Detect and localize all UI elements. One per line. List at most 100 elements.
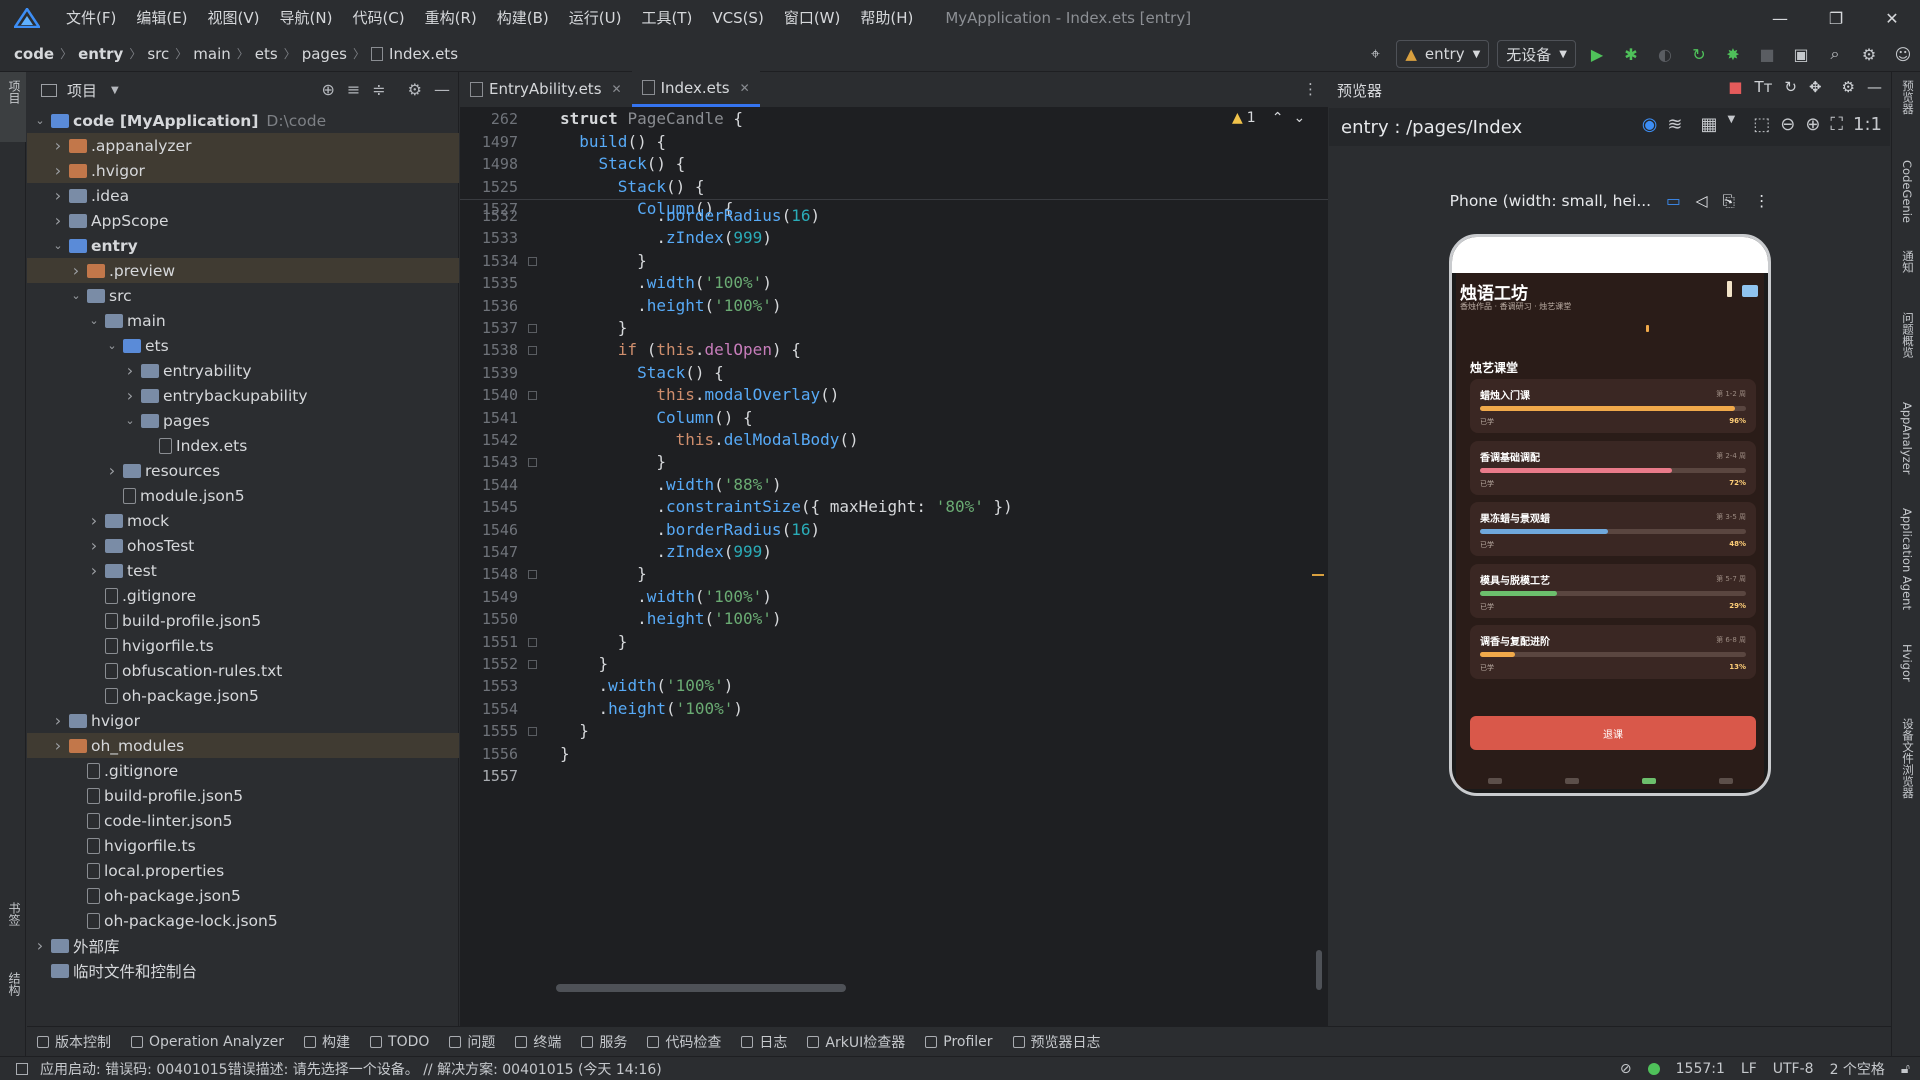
tree-item[interactable]: ⌄ pages: [27, 408, 459, 433]
vertical-scrollbar[interactable]: [1316, 950, 1322, 990]
code-line[interactable]: this.modalOverlay(): [560, 385, 839, 404]
chevron-right-icon[interactable]: ›: [51, 136, 65, 155]
close-button[interactable]: ✕: [1864, 0, 1920, 36]
attach-debugger-icon[interactable]: ◐: [1651, 40, 1679, 68]
right-tool-button[interactable]: 预览器: [1900, 80, 1916, 115]
menu-item[interactable]: 文件(F): [56, 0, 126, 36]
tree-item[interactable]: › mock: [27, 508, 459, 533]
right-tool-button[interactable]: CodeGenie: [1900, 160, 1914, 223]
font-size-icon[interactable]: Tт: [1754, 78, 1772, 96]
stop-preview-icon[interactable]: ■: [1728, 78, 1742, 96]
bottom-tool-button[interactable]: 服务: [581, 1032, 627, 1052]
tab-index[interactable]: Index.ets ✕: [631, 71, 760, 107]
menu-item[interactable]: 导航(N): [270, 0, 343, 36]
breadcrumb-item[interactable]: src: [147, 45, 169, 63]
bookmarks-tool-label[interactable]: 书签: [6, 902, 23, 926]
bottom-tool-button[interactable]: ArkUI检查器: [807, 1032, 905, 1052]
tree-item[interactable]: ⌄ entry: [27, 233, 459, 258]
tree-item[interactable]: 临时文件和控制台: [27, 958, 459, 983]
chevron-right-icon[interactable]: ›: [69, 261, 83, 280]
tree-item[interactable]: › ohosTest: [27, 533, 459, 558]
tree-item[interactable]: code-linter.json5: [27, 808, 459, 833]
tree-item[interactable]: .gitignore: [27, 583, 459, 608]
chevron-right-icon[interactable]: ›: [51, 711, 65, 730]
more-icon[interactable]: ⋮: [1754, 192, 1770, 210]
chevron-down-icon[interactable]: ⌄: [51, 239, 65, 252]
tree-item[interactable]: build-profile.json5: [27, 783, 459, 808]
panel-toggle-icon[interactable]: [16, 1062, 28, 1075]
module-select[interactable]: ▲ entry ▼: [1396, 40, 1490, 68]
menu-item[interactable]: 构建(B): [487, 0, 559, 36]
project-panel-title[interactable]: 项目: [67, 80, 97, 101]
settings-icon[interactable]: ⚙: [1855, 40, 1883, 68]
actual-size-icon[interactable]: 1:1: [1853, 114, 1882, 135]
course-card[interactable]: 调香与复配进阶 第 6-8 周已学 13%: [1470, 625, 1756, 679]
status-message[interactable]: 应用启动: 错误码: 00401015错误描述: 请先选择一个设备。 // 解决…: [40, 1059, 662, 1079]
code-line[interactable]: .height('100%'): [560, 699, 744, 718]
tree-item[interactable]: › .idea: [27, 183, 459, 208]
run-icon[interactable]: ▶: [1583, 40, 1611, 68]
multi-device-icon[interactable]: ▦: [1701, 114, 1718, 135]
breadcrumb-item[interactable]: pages: [302, 45, 347, 63]
tree-item[interactable]: › AppScope: [27, 208, 459, 233]
breadcrumb-item[interactable]: main: [193, 45, 230, 63]
code-editor[interactable]: 262 struct PageCandle {1497 build() {1498…: [460, 108, 1328, 1026]
code-line[interactable]: .width('100%'): [560, 587, 772, 606]
more-options-icon[interactable]: ⋮: [1303, 80, 1318, 98]
course-card[interactable]: 果冻蜡与景观蜡 第 3-5 周已学 48%: [1470, 502, 1756, 556]
tree-item[interactable]: Index.ets: [27, 433, 459, 458]
fold-marker-icon[interactable]: [528, 458, 537, 468]
code-line[interactable]: .width('100%'): [560, 273, 772, 292]
course-card[interactable]: 模具与脱模工艺 第 5-7 周已学 29%: [1470, 563, 1756, 618]
chevron-down-icon[interactable]: ⌄: [87, 314, 101, 327]
hide-panel-icon[interactable]: —: [434, 80, 450, 99]
chevron-down-icon[interactable]: ⌄: [33, 114, 47, 127]
tree-item[interactable]: oh-package.json5: [27, 883, 459, 908]
rotate-icon[interactable]: ⎘: [1723, 192, 1735, 210]
tab-works-icon[interactable]: [1564, 778, 1579, 784]
code-line[interactable]: .borderRadius(16): [560, 206, 820, 225]
code-line[interactable]: .width('100%'): [560, 676, 734, 695]
horizontal-scrollbar[interactable]: [556, 984, 846, 992]
breadcrumb-item[interactable]: entry: [78, 45, 123, 63]
code-line[interactable]: }: [560, 654, 609, 673]
tree-item[interactable]: ⌄ main: [27, 308, 459, 333]
menu-item[interactable]: 运行(U): [559, 0, 632, 36]
fold-marker-icon[interactable]: [528, 346, 537, 356]
bottom-tool-button[interactable]: 版本控制: [37, 1032, 111, 1052]
code-line[interactable]: build() {: [560, 132, 666, 151]
tree-item[interactable]: › entrybackupability: [27, 383, 459, 408]
fold-marker-icon[interactable]: [528, 637, 537, 647]
tree-item[interactable]: › .appanalyzer: [27, 133, 459, 158]
course-card[interactable]: 香调基础调配 第 2-4 周已学 72%: [1470, 440, 1756, 495]
chevron-right-icon[interactable]: ›: [33, 936, 47, 955]
close-tab-icon[interactable]: ✕: [612, 82, 622, 96]
tree-item[interactable]: build-profile.json5: [27, 608, 459, 633]
code-line[interactable]: Stack() {: [560, 363, 724, 382]
fold-marker-icon[interactable]: [528, 256, 537, 266]
chevron-right-icon[interactable]: ›: [87, 561, 101, 580]
fold-marker-icon[interactable]: [528, 324, 537, 333]
refresh-icon[interactable]: ↻: [1784, 78, 1797, 96]
tree-item[interactable]: ⌄ ets: [27, 333, 459, 358]
next-highlight-icon[interactable]: ⌄: [1293, 110, 1305, 126]
fit-screen-icon[interactable]: ⛶: [1830, 114, 1843, 135]
code-line[interactable]: .zIndex(999): [560, 542, 772, 561]
indent-setting[interactable]: 2 个空格: [1830, 1059, 1885, 1079]
code-line[interactable]: }: [560, 564, 647, 583]
tab-course-icon[interactable]: [1641, 778, 1656, 784]
tree-item[interactable]: › oh_modules: [27, 733, 459, 758]
warning-stripe-marker[interactable]: [1312, 574, 1324, 576]
code-line[interactable]: .height('100%'): [560, 609, 782, 628]
chevron-down-icon[interactable]: ▼: [1728, 114, 1736, 135]
tree-item[interactable]: ⌄ src: [27, 283, 459, 308]
tab-profile-icon[interactable]: [1718, 778, 1733, 784]
tree-item[interactable]: oh-package.json5: [27, 683, 459, 708]
caret-position[interactable]: 1557:1: [1676, 1061, 1725, 1077]
right-tool-button[interactable]: Application Agent: [1900, 508, 1914, 610]
code-line[interactable]: }: [560, 721, 589, 740]
collapse-all-icon[interactable]: ≑: [372, 80, 385, 99]
bottom-tool-button[interactable]: 构建: [304, 1032, 350, 1052]
line-ending[interactable]: LF: [1741, 1061, 1757, 1077]
tab-home-icon[interactable]: [1487, 778, 1502, 784]
